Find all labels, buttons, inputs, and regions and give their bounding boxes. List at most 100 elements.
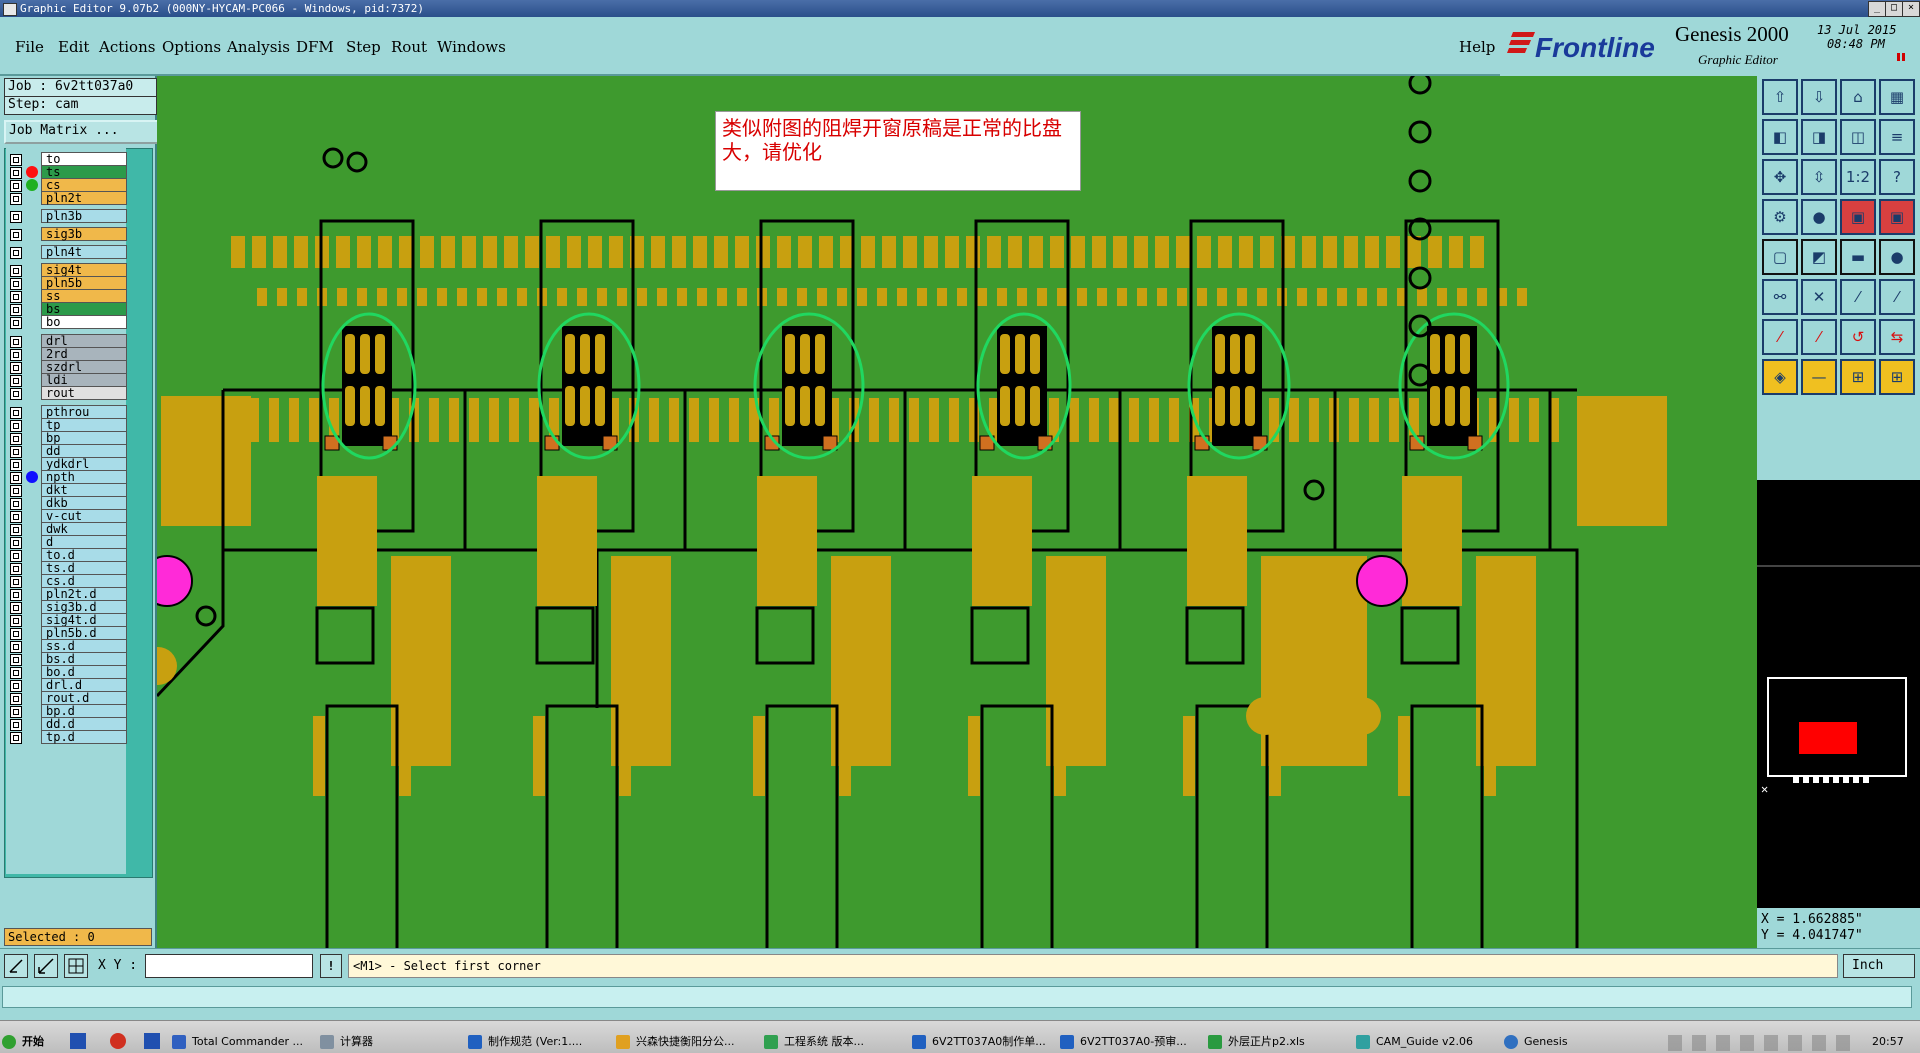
menu-options[interactable]: Options [162, 38, 221, 56]
layer-name[interactable]: dkb [41, 496, 127, 510]
layer-row-to.d[interactable]: to.d [6, 548, 127, 562]
tool-button-18-icon[interactable]: ◩ [1801, 239, 1837, 275]
layer-checkbox[interactable] [10, 229, 22, 241]
layer-name[interactable]: bp [41, 431, 127, 445]
tool-button-15-icon[interactable]: ▣ [1840, 199, 1876, 235]
layer-row-sig4t[interactable]: sig4t [6, 263, 127, 277]
menu-step[interactable]: Step [346, 38, 381, 56]
layer-name[interactable]: ss.d [41, 639, 127, 653]
layer-name[interactable]: pln4t [41, 245, 127, 259]
layer-name[interactable]: szdrl [41, 360, 127, 374]
tool-button-27-icon[interactable]: ↺ [1840, 319, 1876, 355]
layer-name[interactable]: 2rd [41, 347, 127, 361]
grid-icon[interactable] [64, 954, 88, 978]
layer-name[interactable]: pln5b.d [41, 626, 127, 640]
layer-name[interactable]: bs.d [41, 652, 127, 666]
layer-row-d[interactable]: d [6, 535, 127, 549]
menu-dfm[interactable]: DFM [296, 38, 334, 56]
task-item-0[interactable]: Total Commander ... [170, 1032, 332, 1052]
tool-button-31-icon[interactable]: ⊞ [1840, 359, 1876, 395]
task-item-6[interactable]: 6V2TT037A0-预审... [1058, 1032, 1220, 1052]
layer-name[interactable]: cs [41, 178, 127, 192]
graphic-canvas[interactable]: 类似附图的阻焊开窗原稿是正常的比盘大，请优化 [157, 76, 1757, 948]
tool-button-8-icon[interactable]: ≡ [1879, 119, 1915, 155]
layer-name[interactable]: bp.d [41, 704, 127, 718]
view-window-indicator[interactable] [1799, 722, 1857, 754]
task-item-5[interactable]: 6V2TT037A0制作单... [910, 1032, 1072, 1052]
layer-name[interactable]: bo.d [41, 665, 127, 679]
tool-button-7-icon[interactable]: ◫ [1840, 119, 1876, 155]
tool-button-11-icon[interactable]: 1:2 [1840, 159, 1876, 195]
tool-button-21-icon[interactable]: ⚯ [1762, 279, 1798, 315]
layer-row-bs[interactable]: bs [6, 302, 127, 316]
close-overview-icon[interactable]: ✕ [1761, 782, 1768, 796]
layer-row-dkb[interactable]: dkb [6, 496, 127, 510]
layer-name[interactable]: pln2t [41, 191, 127, 205]
tool-button-17-icon[interactable]: ▢ [1762, 239, 1798, 275]
layer-name[interactable]: sig4t [41, 263, 127, 277]
layer-name[interactable]: to.d [41, 548, 127, 562]
layer-row-to[interactable]: to [6, 152, 127, 166]
xy-input[interactable] [145, 954, 313, 978]
layer-row-ss[interactable]: ss [6, 289, 127, 303]
layer-name[interactable]: ts [41, 165, 127, 179]
layer-name[interactable]: pln3b [41, 209, 127, 223]
tool-button-23-icon[interactable]: ⁄ [1840, 279, 1876, 315]
layer-row-v-cut[interactable]: v-cut [6, 509, 127, 523]
pcb-view[interactable] [157, 76, 1757, 948]
layer-row-cs.d[interactable]: cs.d [6, 574, 127, 588]
layer-row-dd[interactable]: dd [6, 444, 127, 458]
tool-button-13-icon[interactable]: ⚙ [1762, 199, 1798, 235]
info-icon[interactable]: ! [320, 954, 342, 978]
layer-row-dd.d[interactable]: dd.d [6, 717, 127, 731]
measure-icon[interactable] [34, 954, 58, 978]
layer-row-szdrl[interactable]: szdrl [6, 360, 127, 374]
tool-button-19-icon[interactable]: ▬ [1840, 239, 1876, 275]
layer-row-pln5b[interactable]: pln5b [6, 276, 127, 290]
layer-row-ts[interactable]: ts [6, 165, 127, 179]
menu-help[interactable]: Help [1459, 38, 1495, 56]
layer-name[interactable]: cs.d [41, 574, 127, 588]
layer-name[interactable]: bo [41, 315, 127, 329]
tool-button-3-icon[interactable]: ⌂ [1840, 79, 1876, 115]
layer-row-sig4t.d[interactable]: sig4t.d [6, 613, 127, 627]
layer-row-ldi[interactable]: ldi [6, 373, 127, 387]
quicklaunch-icon-3[interactable] [144, 1033, 160, 1049]
layer-row-ss.d[interactable]: ss.d [6, 639, 127, 653]
maximize-button[interactable]: □ [1885, 1, 1903, 17]
tool-button-14-icon[interactable]: ● [1801, 199, 1837, 235]
tool-button-1-icon[interactable]: ⇧ [1762, 79, 1798, 115]
layer-checkbox[interactable] [10, 732, 22, 744]
layer-name[interactable]: drl.d [41, 678, 127, 692]
tool-button-25-icon[interactable]: ⁄ [1762, 319, 1798, 355]
tool-button-9-icon[interactable]: ✥ [1762, 159, 1798, 195]
tool-button-16-icon[interactable]: ▣ [1879, 199, 1915, 235]
layer-name[interactable]: pln5b [41, 276, 127, 290]
layer-name[interactable]: dd.d [41, 717, 127, 731]
layer-name[interactable]: rout [41, 386, 127, 400]
layer-name[interactable]: tp.d [41, 730, 127, 744]
layer-checkbox[interactable] [10, 211, 22, 223]
tool-button-24-icon[interactable]: ⁄ [1879, 279, 1915, 315]
minimize-button[interactable]: _ [1868, 1, 1886, 17]
layer-name[interactable]: drl [41, 334, 127, 348]
task-item-4[interactable]: 工程系统 版本... [762, 1032, 924, 1052]
layer-name[interactable]: rout.d [41, 691, 127, 705]
close-button[interactable]: × [1902, 1, 1920, 17]
menu-edit[interactable]: Edit [58, 38, 89, 56]
layer-row-pln5b.d[interactable]: pln5b.d [6, 626, 127, 640]
layer-row-pln3b[interactable]: pln3b [6, 209, 127, 223]
layer-row-tp.d[interactable]: tp.d [6, 730, 127, 744]
menu-analysis[interactable]: Analysis [227, 38, 290, 56]
layer-checkbox[interactable] [10, 247, 22, 259]
task-item-3[interactable]: 兴森快捷衡阳分公... [614, 1032, 776, 1052]
tool-button-5-icon[interactable]: ◧ [1762, 119, 1798, 155]
tool-button-12-icon[interactable]: ? [1879, 159, 1915, 195]
task-item-2[interactable]: 制作规范 (Ver:1.... [466, 1032, 628, 1052]
layer-row-drl.d[interactable]: drl.d [6, 678, 127, 692]
layer-row-rout.d[interactable]: rout.d [6, 691, 127, 705]
layer-name[interactable]: tp [41, 418, 127, 432]
task-item-7[interactable]: 外层正片p2.xls [1206, 1032, 1368, 1052]
tool-button-26-icon[interactable]: ⁄ [1801, 319, 1837, 355]
layer-name[interactable]: ts.d [41, 561, 127, 575]
